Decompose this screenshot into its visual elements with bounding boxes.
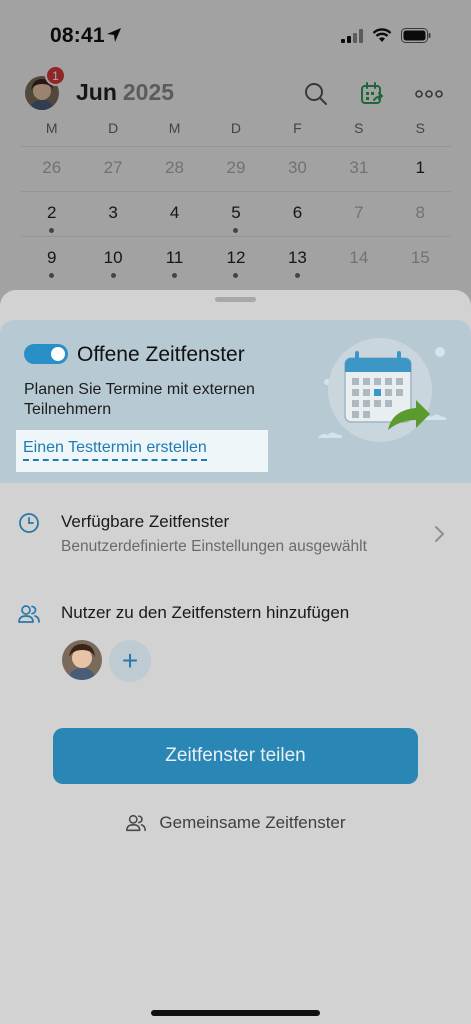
open-slots-sheet: Offene Zeitfenster Planen Sie Termine mi… (0, 290, 471, 1024)
create-test-appointment-button[interactable]: Einen Testtermin erstellen (16, 430, 268, 472)
toggle-knob (51, 347, 65, 361)
open-slots-toggle[interactable] (24, 344, 68, 364)
add-user-button[interactable]: + (109, 640, 151, 682)
open-slots-promo-card: Offene Zeitfenster Planen Sie Termine mi… (0, 320, 471, 483)
users-icon (18, 605, 40, 623)
promo-description: Planen Sie Termine mit externen Teilnehm… (24, 381, 255, 418)
shared-slots-link[interactable]: Gemeinsame Zeitfenster (0, 810, 471, 836)
user-avatar[interactable] (62, 640, 102, 680)
available-slots-title: Verfügbare Zeitfenster (61, 512, 230, 531)
home-indicator (151, 1010, 320, 1016)
users-icon (126, 814, 147, 832)
available-slots-subtitle: Benutzerdefinierte Einstellungen ausgewä… (61, 538, 367, 555)
clock-icon (19, 513, 39, 533)
shared-slots-label: Gemeinsame Zeitfenster (159, 813, 346, 832)
promo-title: Offene Zeitfenster (77, 343, 245, 366)
sheet-grabber[interactable] (215, 297, 256, 302)
add-users-title: Nutzer zu den Zeitfenstern hinzufügen (61, 603, 350, 622)
share-slots-button[interactable]: Zeitfenster teilen (53, 728, 418, 784)
chevron-right-icon (435, 526, 445, 542)
calendar-share-illustration (318, 338, 446, 442)
create-test-appointment-link[interactable]: Einen Testtermin erstellen (23, 439, 207, 461)
